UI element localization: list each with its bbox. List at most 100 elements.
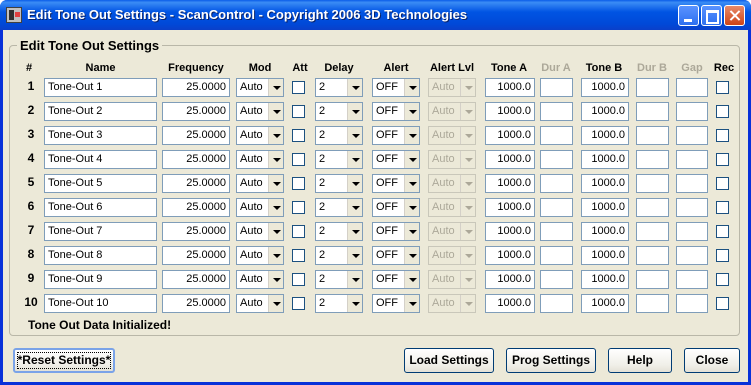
frequency-field[interactable]: 25.0000 xyxy=(162,270,230,289)
dur-a-field[interactable] xyxy=(540,78,573,97)
alert-select[interactable]: OFF xyxy=(372,150,420,169)
tone-a-field[interactable]: 1000.0 xyxy=(485,222,535,241)
att-checkbox[interactable] xyxy=(292,177,305,190)
frequency-field[interactable]: 25.0000 xyxy=(162,198,230,217)
rec-checkbox[interactable] xyxy=(716,153,729,166)
gap-field[interactable] xyxy=(676,78,708,97)
dur-a-field[interactable] xyxy=(540,270,573,289)
gap-field[interactable] xyxy=(676,294,708,313)
dropdown-arrow-icon[interactable] xyxy=(347,247,362,264)
rec-checkbox[interactable] xyxy=(716,81,729,94)
alert-select[interactable]: OFF xyxy=(372,222,420,241)
mod-select[interactable]: Auto xyxy=(236,246,284,265)
dropdown-arrow-icon[interactable] xyxy=(268,103,283,120)
att-checkbox[interactable] xyxy=(292,81,305,94)
dur-a-field[interactable] xyxy=(540,294,573,313)
delay-select[interactable]: 2 xyxy=(315,198,363,217)
gap-field[interactable] xyxy=(676,126,708,145)
dropdown-arrow-icon[interactable] xyxy=(347,127,362,144)
rec-checkbox[interactable] xyxy=(716,273,729,286)
delay-select[interactable]: 2 xyxy=(315,126,363,145)
name-field[interactable]: Tone-Out 8 xyxy=(44,246,157,265)
dur-a-field[interactable] xyxy=(540,246,573,265)
tone-a-field[interactable]: 1000.0 xyxy=(485,174,535,193)
dropdown-arrow-icon[interactable] xyxy=(404,151,419,168)
load-settings-button[interactable]: Load Settings xyxy=(404,348,494,373)
alert-select[interactable]: OFF xyxy=(372,294,420,313)
dropdown-arrow-icon[interactable] xyxy=(268,79,283,96)
name-field[interactable]: Tone-Out 10 xyxy=(44,294,157,313)
frequency-field[interactable]: 25.0000 xyxy=(162,78,230,97)
dropdown-arrow-icon[interactable] xyxy=(404,175,419,192)
tone-a-field[interactable]: 1000.0 xyxy=(485,102,535,121)
name-field[interactable]: Tone-Out 6 xyxy=(44,198,157,217)
frequency-field[interactable]: 25.0000 xyxy=(162,126,230,145)
dropdown-arrow-icon[interactable] xyxy=(268,271,283,288)
frequency-field[interactable]: 25.0000 xyxy=(162,246,230,265)
rec-checkbox[interactable] xyxy=(716,297,729,310)
mod-select[interactable]: Auto xyxy=(236,174,284,193)
dropdown-arrow-icon[interactable] xyxy=(404,79,419,96)
dropdown-arrow-icon[interactable] xyxy=(268,223,283,240)
dropdown-arrow-icon[interactable] xyxy=(347,199,362,216)
dur-a-field[interactable] xyxy=(540,198,573,217)
dropdown-arrow-icon[interactable] xyxy=(404,223,419,240)
gap-field[interactable] xyxy=(676,150,708,169)
gap-field[interactable] xyxy=(676,246,708,265)
close-window-icon[interactable] xyxy=(724,5,745,26)
dropdown-arrow-icon[interactable] xyxy=(268,199,283,216)
alert-select[interactable]: OFF xyxy=(372,270,420,289)
name-field[interactable]: Tone-Out 5 xyxy=(44,174,157,193)
name-field[interactable]: Tone-Out 2 xyxy=(44,102,157,121)
maximize-icon[interactable] xyxy=(701,5,722,26)
delay-select[interactable]: 2 xyxy=(315,246,363,265)
rec-checkbox[interactable] xyxy=(716,105,729,118)
dropdown-arrow-icon[interactable] xyxy=(268,247,283,264)
tone-b-field[interactable]: 1000.0 xyxy=(581,198,629,217)
dur-a-field[interactable] xyxy=(540,126,573,145)
rec-checkbox[interactable] xyxy=(716,249,729,262)
att-checkbox[interactable] xyxy=(292,201,305,214)
prog-settings-button[interactable]: Prog Settings xyxy=(506,348,596,373)
delay-select[interactable]: 2 xyxy=(315,222,363,241)
dur-a-field[interactable] xyxy=(540,150,573,169)
dur-a-field[interactable] xyxy=(540,102,573,121)
tone-a-field[interactable]: 1000.0 xyxy=(485,126,535,145)
att-checkbox[interactable] xyxy=(292,297,305,310)
tone-a-field[interactable]: 1000.0 xyxy=(485,198,535,217)
dropdown-arrow-icon[interactable] xyxy=(404,295,419,312)
tone-b-field[interactable]: 1000.0 xyxy=(581,222,629,241)
tone-b-field[interactable]: 1000.0 xyxy=(581,270,629,289)
dur-b-field[interactable] xyxy=(636,222,669,241)
dropdown-arrow-icon[interactable] xyxy=(268,175,283,192)
tone-b-field[interactable]: 1000.0 xyxy=(581,126,629,145)
att-checkbox[interactable] xyxy=(292,105,305,118)
dur-a-field[interactable] xyxy=(540,174,573,193)
dropdown-arrow-icon[interactable] xyxy=(404,103,419,120)
tone-b-field[interactable]: 1000.0 xyxy=(581,150,629,169)
app-icon[interactable] xyxy=(6,7,22,23)
name-field[interactable]: Tone-Out 4 xyxy=(44,150,157,169)
dropdown-arrow-icon[interactable] xyxy=(404,127,419,144)
alert-select[interactable]: OFF xyxy=(372,198,420,217)
dur-b-field[interactable] xyxy=(636,294,669,313)
delay-select[interactable]: 2 xyxy=(315,150,363,169)
mod-select[interactable]: Auto xyxy=(236,222,284,241)
dur-b-field[interactable] xyxy=(636,270,669,289)
dropdown-arrow-icon[interactable] xyxy=(268,151,283,168)
delay-select[interactable]: 2 xyxy=(315,174,363,193)
tone-b-field[interactable]: 1000.0 xyxy=(581,246,629,265)
dur-b-field[interactable] xyxy=(636,102,669,121)
frequency-field[interactable]: 25.0000 xyxy=(162,102,230,121)
frequency-field[interactable]: 25.0000 xyxy=(162,294,230,313)
dropdown-arrow-icon[interactable] xyxy=(347,223,362,240)
alert-select[interactable]: OFF xyxy=(372,78,420,97)
alert-select[interactable]: OFF xyxy=(372,174,420,193)
att-checkbox[interactable] xyxy=(292,153,305,166)
dropdown-arrow-icon[interactable] xyxy=(404,199,419,216)
att-checkbox[interactable] xyxy=(292,249,305,262)
help-button[interactable]: Help xyxy=(608,348,672,373)
att-checkbox[interactable] xyxy=(292,273,305,286)
mod-select[interactable]: Auto xyxy=(236,102,284,121)
dropdown-arrow-icon[interactable] xyxy=(347,103,362,120)
